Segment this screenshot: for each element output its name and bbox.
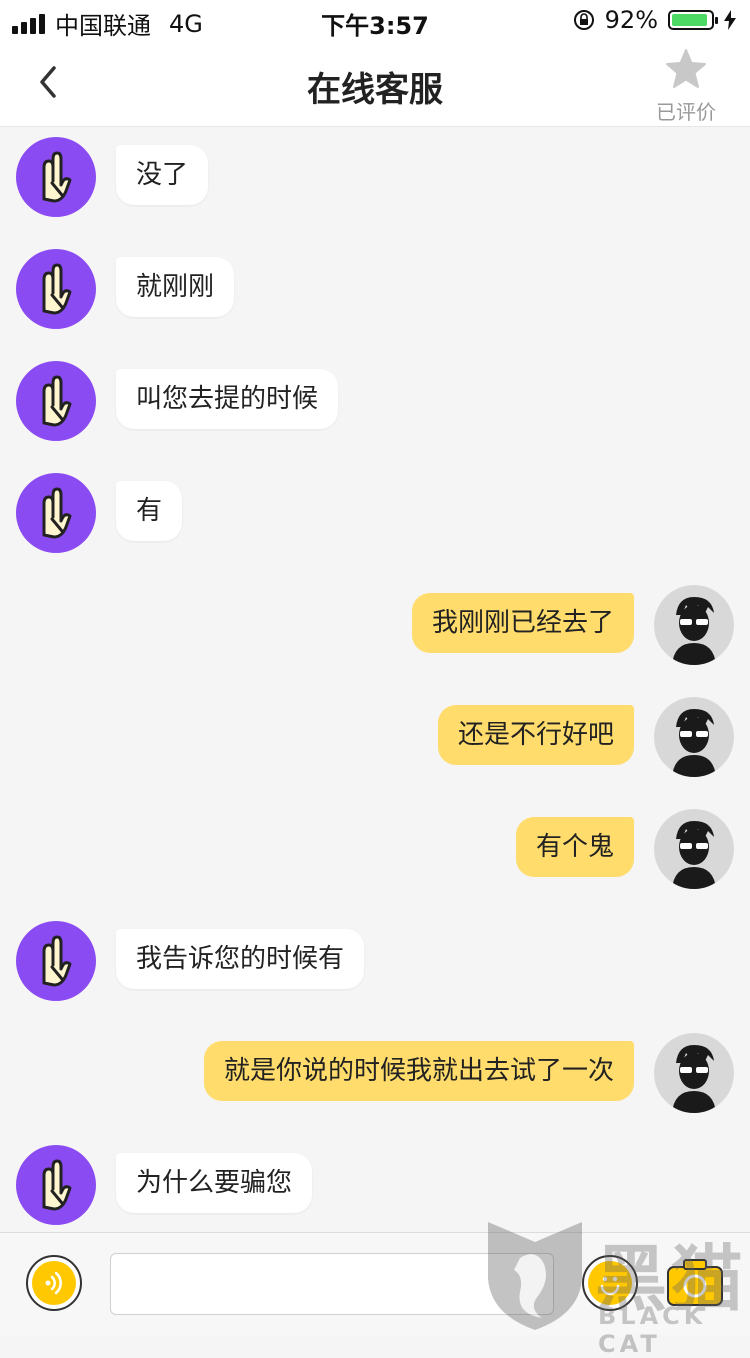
input-bar	[0, 1232, 750, 1335]
agent-avatar[interactable]	[16, 921, 96, 1001]
page-title: 在线客服	[307, 70, 443, 110]
user-avatar[interactable]	[654, 1033, 734, 1113]
rock-hand-icon	[42, 487, 72, 539]
charging-icon	[724, 10, 736, 30]
user-sunglasses-icon	[672, 821, 716, 889]
voice-icon	[45, 1271, 62, 1295]
message-bubble[interactable]: 就是你说的时候我就出去试了一次	[203, 1041, 634, 1101]
message-bubble[interactable]: 我刚刚已经去了	[411, 593, 634, 653]
star-icon	[666, 49, 706, 88]
status-bar: 中国联通 4G 下午3:57 92%	[0, 0, 750, 40]
agent-avatar[interactable]	[16, 473, 96, 553]
battery-fill	[672, 14, 707, 26]
agent-message: 我告诉您的时候有	[0, 921, 750, 1001]
rated-label: 已评价	[656, 100, 716, 124]
agent-message: 为什么要骗您	[0, 1145, 750, 1225]
rock-hand-icon	[42, 935, 72, 987]
agent-avatar[interactable]	[16, 361, 96, 441]
agent-avatar[interactable]	[16, 249, 96, 329]
battery-icon	[668, 10, 718, 30]
message-bubble[interactable]: 叫您去提的时候	[116, 369, 339, 429]
rock-hand-icon	[42, 151, 72, 203]
voice-button[interactable]	[26, 1255, 82, 1311]
message-bubble[interactable]: 没了	[116, 145, 209, 205]
nav-bar: 在线客服 已评价	[0, 40, 750, 127]
message-bubble[interactable]: 就刚刚	[116, 257, 235, 317]
message-bubble[interactable]: 有个鬼	[515, 817, 634, 877]
status-right: 92%	[573, 6, 736, 34]
user-avatar[interactable]	[654, 585, 734, 665]
user-message: 还是不行好吧	[0, 697, 750, 777]
message-bubble[interactable]: 有	[116, 481, 183, 541]
agent-message: 有	[0, 473, 750, 553]
camera-button[interactable]	[666, 1257, 724, 1307]
emoji-button[interactable]	[582, 1255, 638, 1311]
rotation-lock-icon	[573, 10, 594, 30]
user-message: 有个鬼	[0, 809, 750, 889]
agent-avatar[interactable]	[16, 1145, 96, 1225]
rock-hand-icon	[42, 1159, 72, 1211]
user-sunglasses-icon	[672, 1045, 716, 1113]
battery-percent: 92%	[604, 6, 658, 34]
message-input[interactable]	[110, 1253, 554, 1315]
emoji-icon	[600, 1276, 620, 1296]
user-message: 我刚刚已经去了	[0, 585, 750, 665]
user-avatar[interactable]	[654, 809, 734, 889]
message-bubble[interactable]: 为什么要骗您	[116, 1153, 313, 1213]
message-bubble[interactable]: 还是不行好吧	[437, 705, 634, 765]
camera-icon	[667, 1259, 723, 1306]
rock-hand-icon	[42, 375, 72, 427]
user-sunglasses-icon	[672, 597, 716, 665]
agent-avatar[interactable]	[16, 137, 96, 217]
user-message: 就是你说的时候我就出去试了一次	[0, 1033, 750, 1113]
rate-button[interactable]: 已评价	[654, 48, 718, 125]
user-sunglasses-icon	[672, 709, 716, 777]
rock-hand-icon	[42, 263, 72, 315]
agent-message: 就刚刚	[0, 249, 750, 329]
agent-message: 没了	[0, 137, 750, 217]
chat-list[interactable]: 没了就刚刚叫您去提的时候有我刚刚已经去了还是不行好吧有个鬼我告诉您的时候有就是你…	[0, 127, 750, 1232]
agent-message: 叫您去提的时候	[0, 361, 750, 441]
message-bubble[interactable]: 我告诉您的时候有	[116, 929, 365, 989]
user-avatar[interactable]	[654, 697, 734, 777]
